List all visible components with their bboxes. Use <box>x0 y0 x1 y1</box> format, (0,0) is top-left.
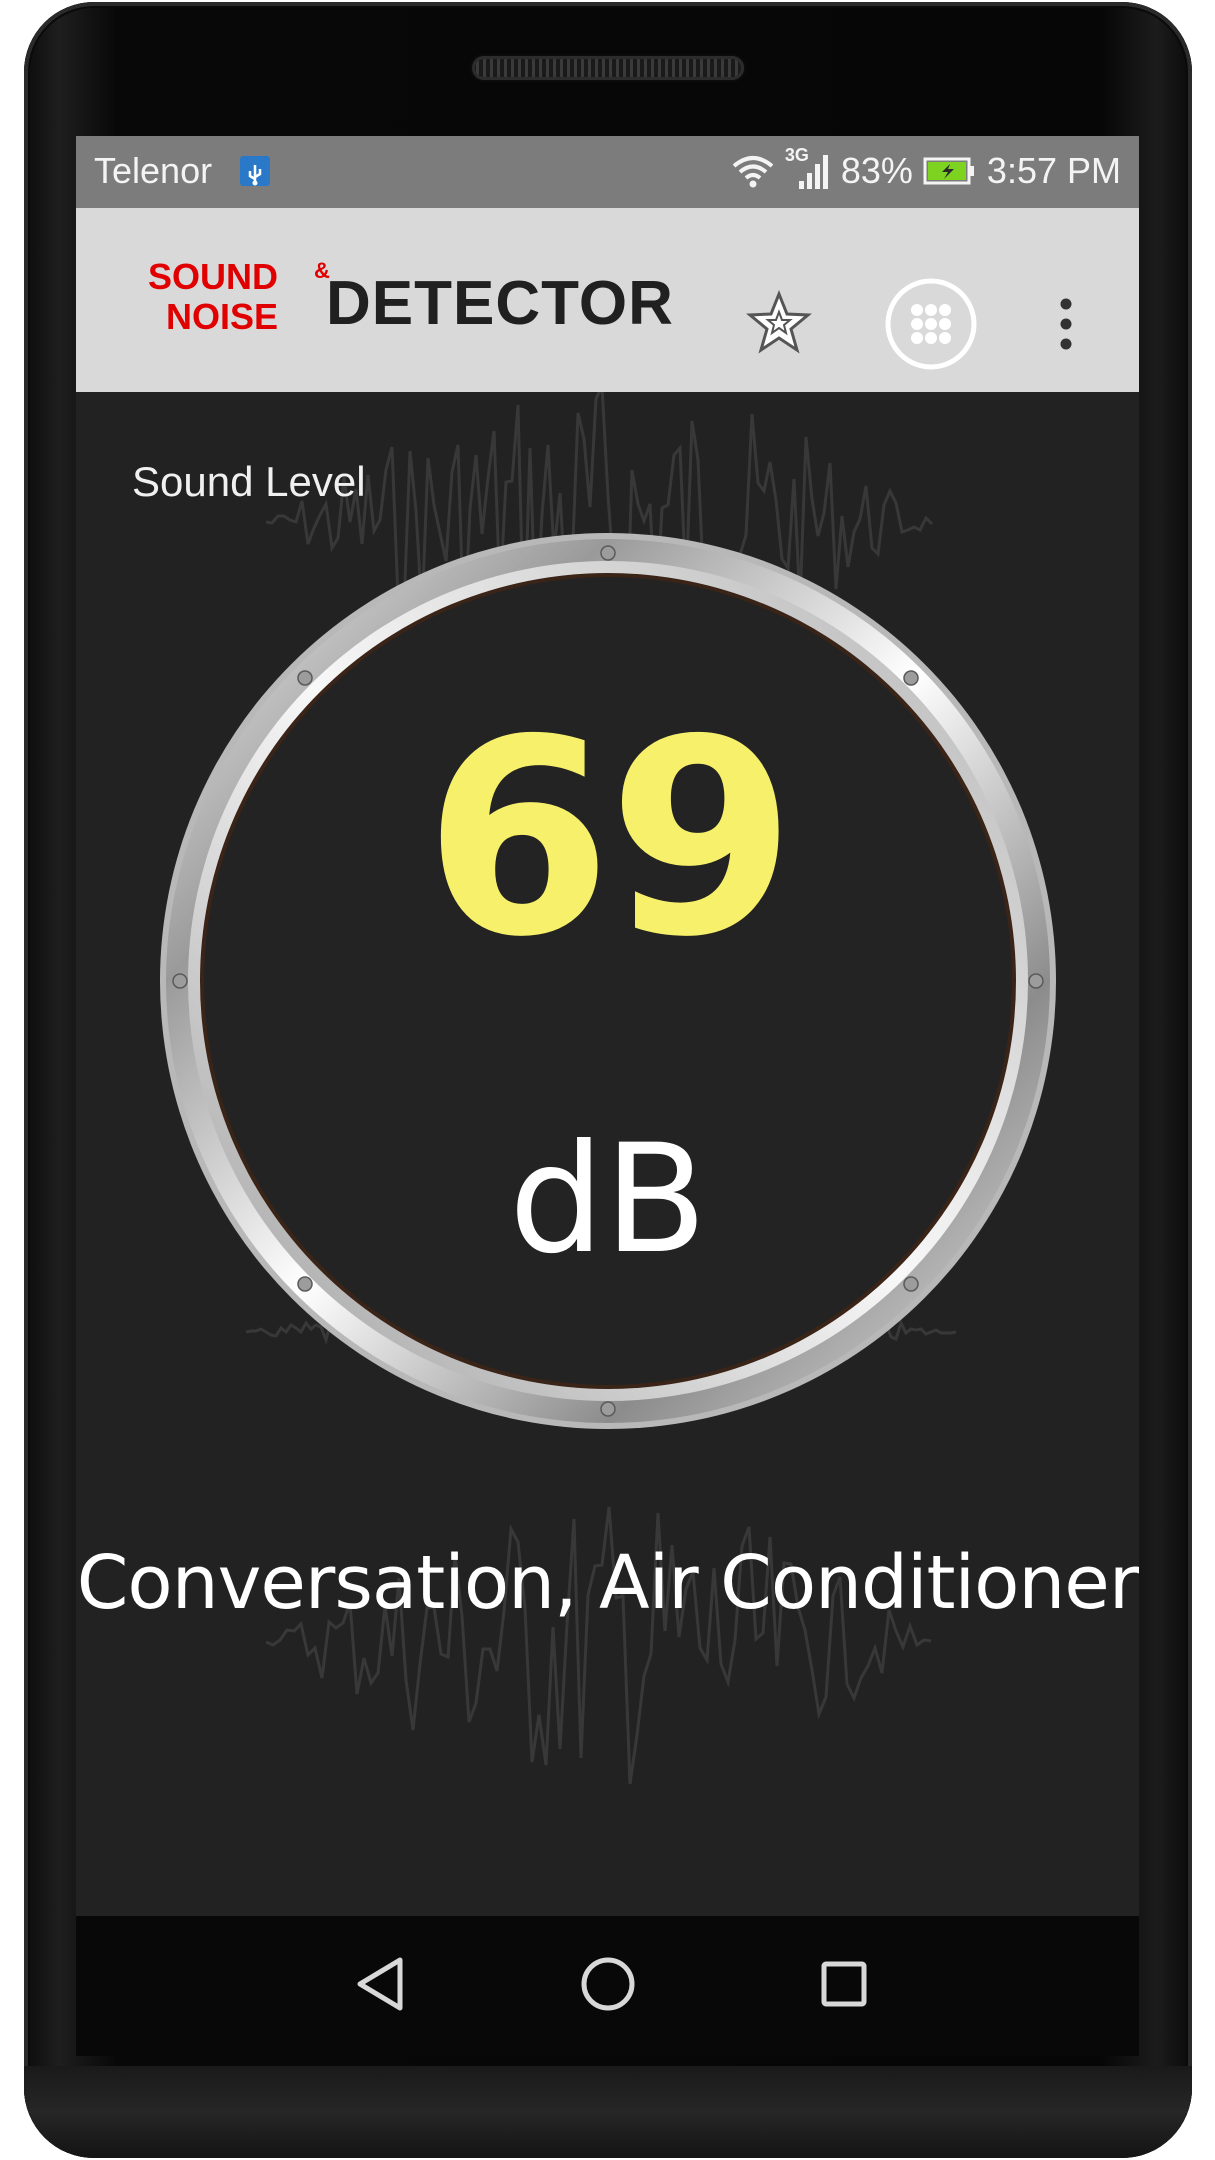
back-icon <box>357 1957 403 2011</box>
clock: 3:57 PM <box>986 150 1121 191</box>
app-logo: SOUND & NOISE DETECTOR <box>148 252 708 362</box>
home-button[interactable] <box>568 1944 648 2024</box>
more-apps-button[interactable] <box>884 277 978 371</box>
battery-percent: 83% <box>840 150 913 191</box>
logo-noise: NOISE <box>166 296 279 337</box>
signal-icon: 3G <box>785 145 831 191</box>
app-screen: Telenor 3G 83% 3:57 PM SOUND & NOISE DET… <box>76 136 1139 1916</box>
wifi-icon <box>731 153 775 189</box>
favorite-button[interactable] <box>744 288 814 358</box>
decibel-reading: 69 <box>424 681 796 996</box>
overflow-menu-button[interactable] <box>1046 294 1086 354</box>
logo-detector: DETECTOR <box>326 269 674 338</box>
phone-bottom-edge <box>24 2066 1192 2158</box>
battery-charging-icon <box>923 156 977 186</box>
sound-level-label: Sound Level <box>132 458 366 505</box>
carrier-name: Telenor <box>94 150 213 191</box>
home-icon <box>581 1957 635 2011</box>
usb-debug-icon <box>240 156 270 186</box>
back-button[interactable] <box>340 1944 420 2024</box>
navigation-bar <box>76 1916 1139 2056</box>
decibel-unit: dB <box>508 1113 708 1287</box>
overflow-menu-icon <box>1060 298 1072 350</box>
logo-sound: SOUND <box>148 256 279 297</box>
apps-grid-icon <box>885 278 977 370</box>
status-icons: 3G 83% 3:57 PM <box>731 145 1121 192</box>
meter-area: Sound Level 69 dB Conversation, Air Cond… <box>76 392 1139 1916</box>
status-bar: Telenor 3G 83% 3:57 PM <box>76 136 1139 208</box>
recent-apps-icon <box>821 1961 867 2007</box>
noise-classification: Conversation, Air Conditioner <box>76 1540 1139 1626</box>
app-bar: SOUND & NOISE DETECTOR <box>76 208 1139 392</box>
earpiece-speaker <box>472 56 744 80</box>
recent-apps-button[interactable] <box>804 1944 884 2024</box>
star-icon <box>746 290 812 354</box>
